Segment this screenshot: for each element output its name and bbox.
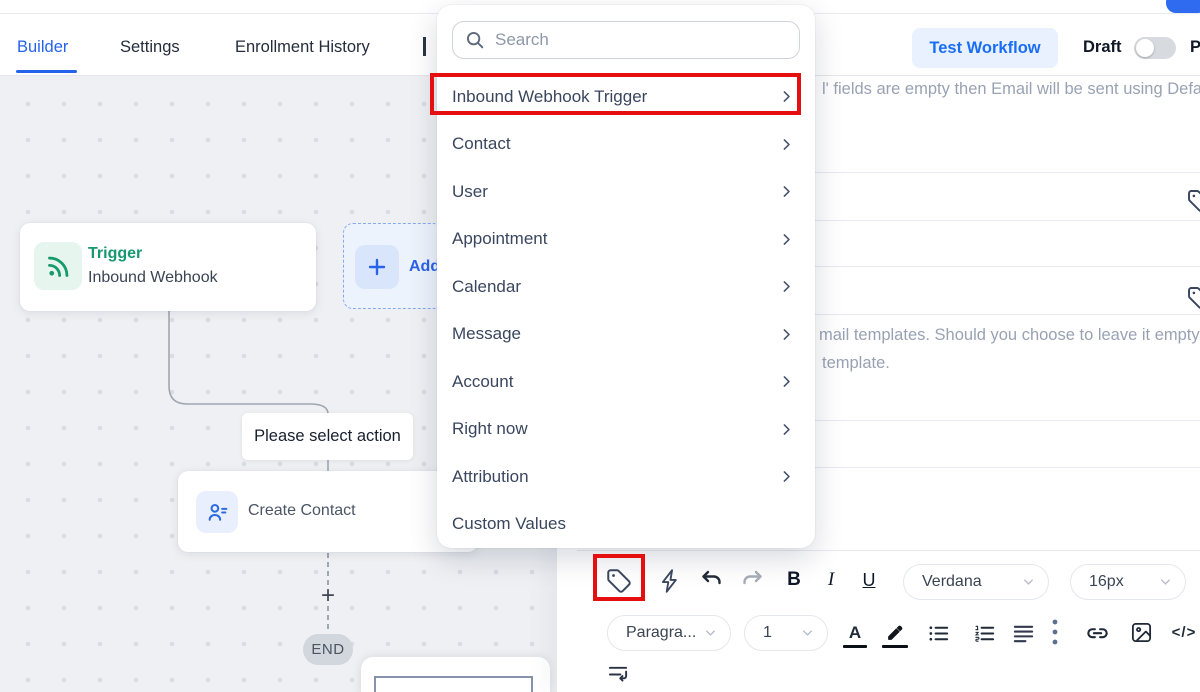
search-icon [464, 29, 486, 51]
menu-item-inbound-webhook-trigger[interactable]: Inbound Webhook Trigger [437, 73, 815, 121]
custom-value-tag-icon[interactable] [1186, 285, 1200, 311]
numbered-list-button[interactable] [971, 620, 997, 646]
more-options-icon[interactable] [1048, 617, 1062, 647]
font-family-value: Verdana [922, 573, 982, 591]
create-contact-label: Create Contact [248, 502, 356, 520]
menu-item-label: Contact [452, 134, 778, 154]
font-size-select[interactable]: 16px [1070, 564, 1186, 600]
template-notice-line1: mail templates. Should you choose to lea… [819, 326, 1200, 345]
chevron-down-icon [1021, 575, 1036, 590]
line-height-select[interactable]: 1 [744, 615, 828, 651]
workflow-end-marker: END [303, 634, 353, 665]
test-workflow-button[interactable]: Test Workflow [912, 28, 1058, 68]
menu-item-right-now[interactable]: Right now [437, 406, 815, 454]
tab-settings[interactable]: Settings [120, 38, 180, 57]
text-wrap-button[interactable] [605, 662, 631, 686]
active-tab-underline [16, 70, 77, 73]
menu-item-label: Account [452, 372, 778, 392]
insert-link-button[interactable] [1083, 620, 1111, 646]
text-color-button[interactable]: A [843, 618, 867, 648]
create-contact-node[interactable]: Create Contact [178, 471, 478, 552]
underline-button[interactable]: U [857, 566, 881, 594]
paragraph-style-select[interactable]: Paragra... [607, 615, 731, 651]
menu-item-label: Inbound Webhook Trigger [452, 87, 778, 107]
highlight-color-swatch [882, 645, 908, 648]
template-notice-line2: template. [822, 354, 890, 373]
italic-button[interactable]: I [821, 566, 841, 594]
dropdown-menu-list: Inbound Webhook Trigger Contact User App… [437, 73, 815, 548]
chevron-right-icon [778, 88, 795, 105]
chevron-right-icon [778, 421, 795, 438]
publish-toggle[interactable] [1134, 37, 1176, 59]
draft-label: Draft [1083, 38, 1122, 57]
insert-image-button[interactable] [1128, 619, 1154, 645]
align-text-button[interactable] [1010, 620, 1036, 646]
chevron-right-icon [778, 373, 795, 390]
undo-icon[interactable] [699, 567, 725, 593]
lightning-trigger-link-button[interactable] [657, 566, 685, 596]
tab-enrollment-history[interactable]: Enrollment History [235, 38, 370, 57]
bottom-partial-card [361, 657, 550, 692]
font-size-value: 16px [1089, 573, 1124, 591]
menu-item-message[interactable]: Message [437, 311, 815, 359]
text-color-letter: A [849, 623, 861, 643]
paragraph-style-value: Paragra... [626, 624, 696, 642]
menu-item-attribution[interactable]: Attribution [437, 453, 815, 501]
menu-item-label: Calendar [452, 277, 778, 297]
custom-value-tag-icon[interactable] [1186, 188, 1200, 214]
select-action-tooltip: Please select action [242, 413, 413, 460]
field-divider [577, 550, 1200, 551]
code-view-button[interactable]: </> [1169, 619, 1199, 645]
webhook-signal-icon [34, 242, 82, 290]
cutoff-blue-button[interactable] [1166, 0, 1200, 13]
search-input[interactable] [452, 21, 800, 59]
contact-person-icon [196, 491, 238, 533]
chevron-right-icon [778, 231, 795, 248]
menu-item-label: Custom Values [452, 514, 795, 534]
chevron-right-icon [778, 468, 795, 485]
hidden-tab-sliver [423, 37, 426, 56]
workflow-builder-screen: Trigger Inbound Webhook Add Please selec… [0, 0, 1200, 692]
tab-builder[interactable]: Builder [17, 38, 68, 57]
menu-item-appointment[interactable]: Appointment [437, 216, 815, 264]
trigger-node-subtitle: Inbound Webhook [88, 269, 218, 287]
publish-label: Pu [1190, 38, 1200, 57]
add-action-label: Add [409, 258, 440, 276]
menu-item-calendar[interactable]: Calendar [437, 263, 815, 311]
bold-button[interactable]: B [782, 566, 806, 594]
trigger-node[interactable]: Trigger Inbound Webhook [20, 223, 316, 311]
chevron-right-icon [778, 136, 795, 153]
redo-icon[interactable] [739, 567, 765, 593]
line-height-value: 1 [763, 624, 772, 642]
menu-item-account[interactable]: Account [437, 358, 815, 406]
email-default-notice: l' fields are empty then Email will be s… [822, 80, 1200, 99]
menu-item-label: Appointment [452, 229, 778, 249]
text-color-swatch [843, 645, 867, 648]
chevron-right-icon [778, 183, 795, 200]
chevron-down-icon [800, 626, 815, 641]
insert-step-plus[interactable]: + [316, 584, 340, 608]
bullet-list-button[interactable] [925, 620, 951, 646]
add-action-button[interactable]: Add [343, 223, 443, 309]
trigger-category-dropdown: Inbound Webhook Trigger Contact User App… [437, 5, 815, 548]
tag-merge-field-button[interactable] [603, 565, 635, 597]
menu-item-user[interactable]: User [437, 168, 815, 216]
chevron-right-icon [778, 278, 795, 295]
bottom-card-field[interactable] [374, 676, 533, 692]
toggle-knob [1136, 39, 1154, 57]
chevron-down-icon [703, 626, 718, 641]
menu-item-label: Right now [452, 419, 778, 439]
trigger-node-title: Trigger [88, 245, 142, 263]
plus-icon [355, 245, 399, 289]
menu-item-contact[interactable]: Contact [437, 121, 815, 169]
chevron-right-icon [778, 326, 795, 343]
font-family-select[interactable]: Verdana [903, 564, 1049, 600]
highlight-color-button[interactable] [882, 618, 908, 648]
menu-item-custom-values[interactable]: Custom Values [437, 501, 815, 549]
chevron-down-icon [1158, 575, 1173, 590]
menu-item-label: Attribution [452, 467, 778, 487]
menu-item-label: User [452, 182, 778, 202]
menu-item-label: Message [452, 324, 778, 344]
